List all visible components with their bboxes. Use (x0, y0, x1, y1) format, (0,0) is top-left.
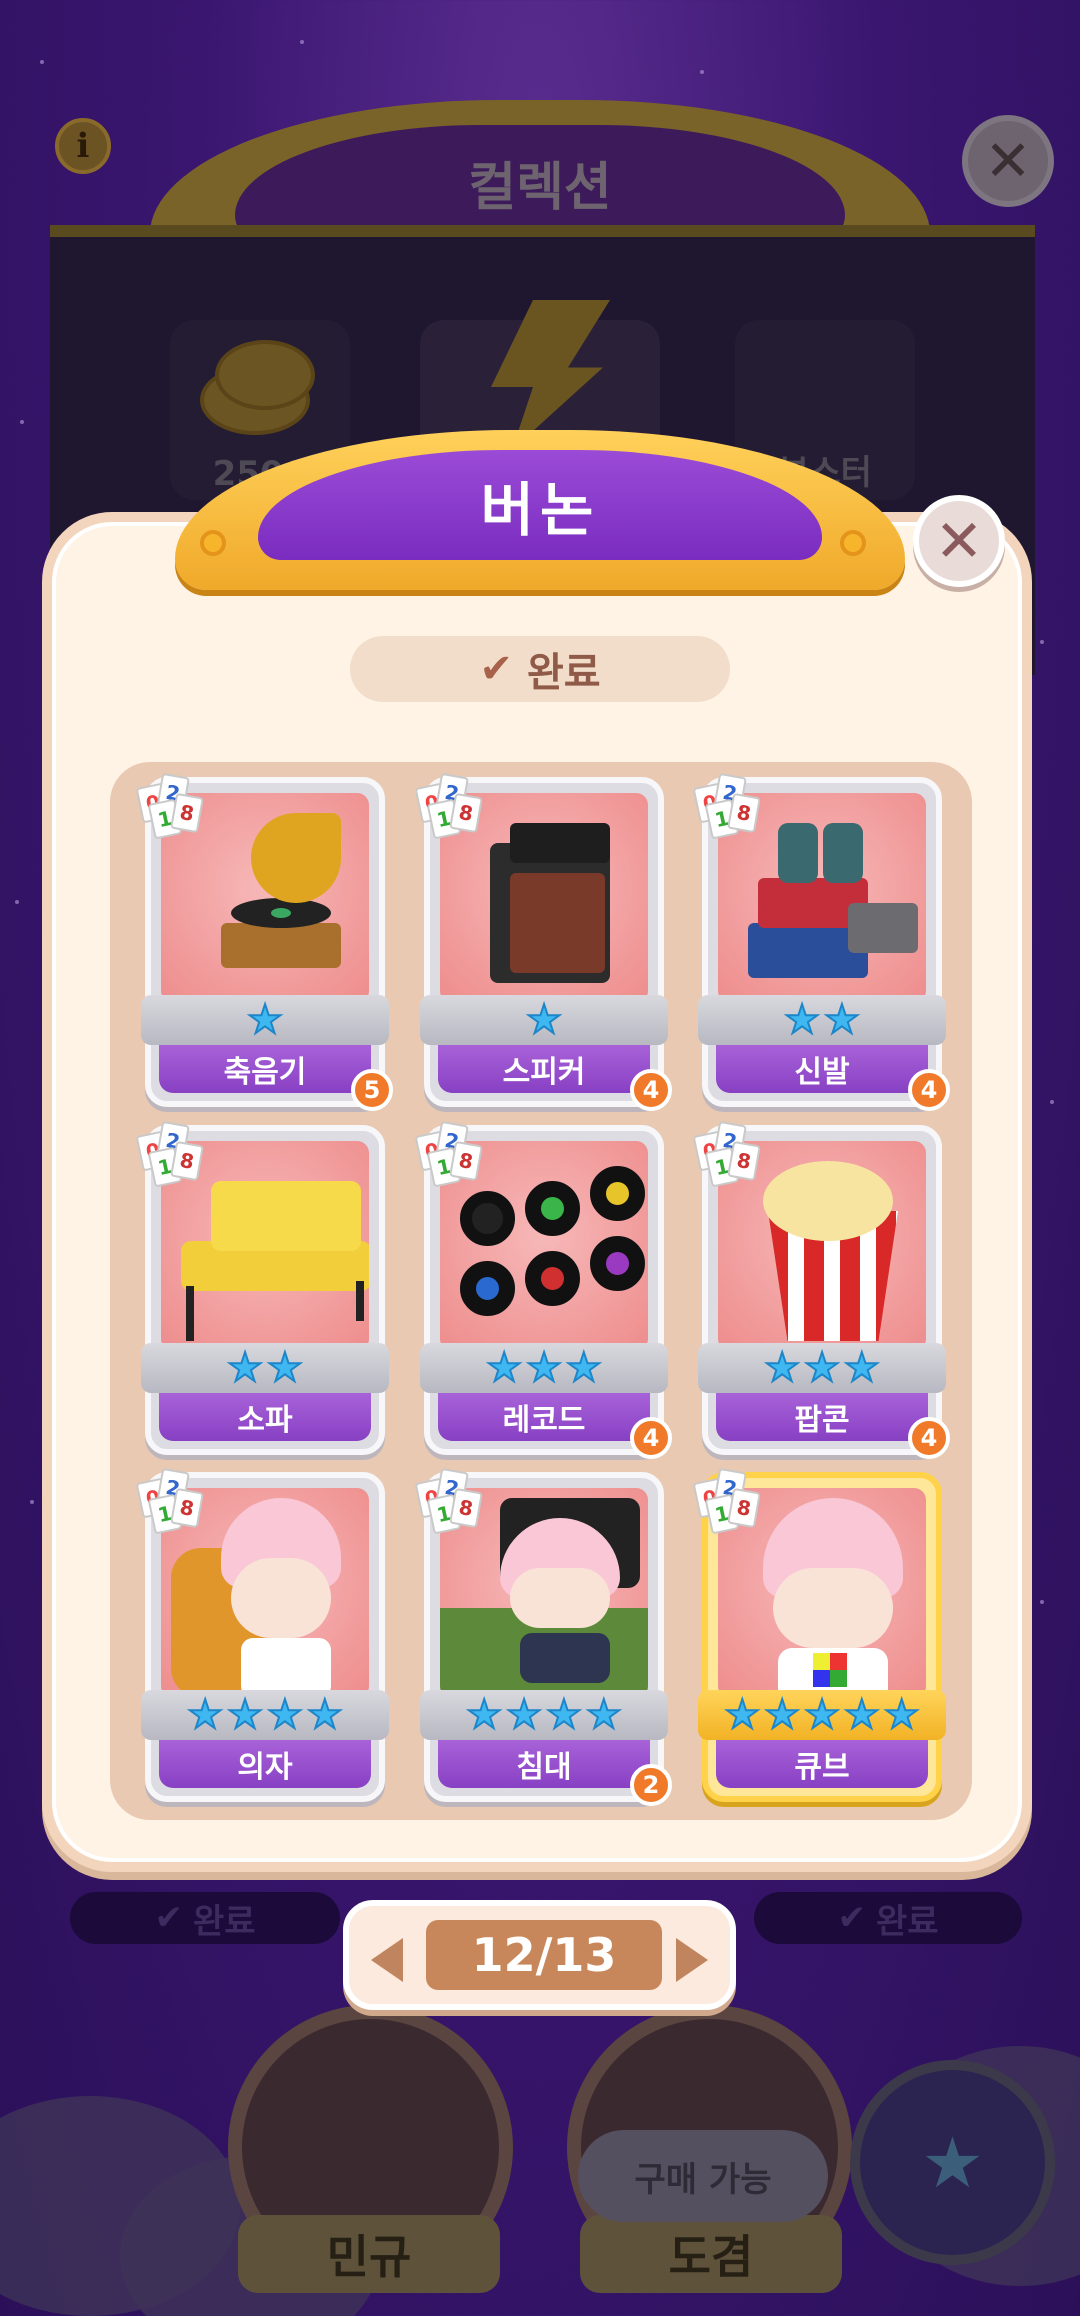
card-number-tag-icon: 0218 (414, 1119, 488, 1189)
star-icon: ★ (843, 1344, 881, 1392)
info-button[interactable]: i (55, 118, 111, 174)
card-number-tag-icon: 0218 (135, 1119, 209, 1189)
star-icon: ★ (883, 1691, 921, 1739)
star-icon: ★ (545, 1691, 583, 1739)
card-duplicate-count-badge: 4 (630, 1417, 672, 1459)
card-tag-digit: 8 (727, 792, 761, 834)
star-icon: ★ (226, 1344, 264, 1392)
star-icon: ★ (783, 996, 821, 1044)
star-icon: ★ (823, 996, 861, 1044)
star-icon: ★ (525, 1344, 563, 1392)
star-icon: ★ (803, 1691, 841, 1739)
collection-card[interactable]: 0218 ★★신발4 (692, 772, 950, 1111)
completion-status-label: 완료 (526, 650, 601, 696)
check-icon: ✔ (154, 1898, 183, 1938)
star-icon: ★ (186, 1691, 224, 1739)
card-star-rating: ★ ★ (141, 1343, 389, 1393)
card-star-rating: ★ (141, 995, 389, 1045)
character-dokyeom-label[interactable]: 도겸 (580, 2215, 842, 2293)
prev-arrow-icon[interactable] (371, 1938, 403, 1982)
star-icon: ★ (723, 1691, 761, 1739)
card-name: 축음기 (159, 1045, 371, 1093)
star-icon: ★ (505, 1691, 543, 1739)
card-name: 소파 (159, 1393, 371, 1441)
card-star-rating: ★ ★ (698, 995, 946, 1045)
background-done-badge-right: ✔ 완료 (754, 1892, 1022, 1944)
banner-rivet-right (840, 530, 866, 556)
completion-status-pill: ✔ 완료 (350, 636, 730, 702)
card-duplicate-count-badge: 4 (908, 1069, 950, 1111)
page-indicator: 12/13 (426, 1920, 662, 1990)
collection-card[interactable]: 0218★★★레코드4 (414, 1120, 672, 1459)
card-tag-digit: 8 (170, 1487, 204, 1529)
card-number-tag-icon: 0218 (692, 1466, 766, 1536)
card-name: 의자 (159, 1740, 371, 1788)
collection-card[interactable]: 0218★★★★침대2 (414, 1467, 672, 1806)
star-icon: ★ (226, 1691, 264, 1739)
collection-card[interactable]: 0218★★★★★큐브 (692, 1467, 946, 1802)
check-icon: ✔ (837, 1898, 866, 1938)
card-name: 팝콘 (716, 1393, 928, 1441)
card-number-tag-icon: 0218 (135, 1466, 209, 1536)
card-tag-digit: 8 (449, 1487, 483, 1529)
card-number-tag-icon: 0218 (692, 771, 766, 841)
collection-card[interactable]: 0218★★★★의자 (135, 1467, 389, 1802)
card-star-rating: ★ ★ ★ ★ (420, 1690, 668, 1740)
star-icon: ★ (465, 1691, 503, 1739)
treasure-chest-button[interactable]: ★ (850, 2060, 1055, 2265)
banner-rivet-left (200, 530, 226, 556)
card-duplicate-count-badge: 4 (630, 1069, 672, 1111)
card-tag-digit: 8 (727, 1487, 761, 1529)
star-icon: ★ (266, 1344, 304, 1392)
star-icon: ★ (763, 1691, 801, 1739)
card-name: 침대 (438, 1740, 650, 1788)
card-star-rating: ★ ★ ★ ★ ★ (698, 1690, 946, 1740)
card-name: 큐브 (716, 1740, 928, 1788)
card-duplicate-count-badge: 4 (908, 1417, 950, 1459)
card-tag-digit: 8 (727, 1140, 761, 1182)
treasure-chest-icon: ★ (921, 2121, 984, 2204)
card-number-tag-icon: 0218 (135, 771, 209, 841)
collection-card[interactable]: 0218 ★스피커4 (414, 772, 672, 1111)
star-icon: ★ (565, 1344, 603, 1392)
card-star-rating: ★ ★ ★ ★ (141, 1690, 389, 1740)
star-icon: ★ (585, 1691, 623, 1739)
modal-close-button[interactable]: ✕ (913, 495, 1005, 587)
card-number-tag-icon: 0218 (414, 1466, 488, 1536)
star-icon: ★ (306, 1691, 344, 1739)
card-tag-digit: 8 (170, 1140, 204, 1182)
card-tag-digit: 8 (170, 792, 204, 834)
close-icon: ✕ (984, 128, 1032, 194)
star-icon: ★ (763, 1344, 801, 1392)
collection-card[interactable]: 0218 ★축음기5 (135, 772, 393, 1111)
check-icon: ✔ (479, 646, 513, 692)
page-navigator: 12/13 (343, 1900, 736, 2010)
card-duplicate-count-badge: 2 (630, 1764, 672, 1806)
star-icon: ★ (266, 1691, 304, 1739)
card-number-tag-icon: 0218 (414, 771, 488, 841)
collection-card[interactable]: 0218★★★팝콘4 (692, 1120, 950, 1459)
card-name: 레코드 (438, 1393, 650, 1441)
star-icon: ★ (843, 1691, 881, 1739)
card-star-rating: ★ ★ ★ (420, 1343, 668, 1393)
card-name: 신발 (716, 1045, 928, 1093)
character-minkyu-label[interactable]: 민규 (238, 2215, 500, 2293)
card-duplicate-count-badge: 5 (351, 1069, 393, 1111)
background-done-badge-left: ✔ 완료 (70, 1892, 340, 1944)
star-icon: ★ (246, 996, 284, 1044)
card-star-rating: ★ ★ ★ (698, 1343, 946, 1393)
star-icon: ★ (485, 1344, 523, 1392)
purchase-available-tooltip: 구매 가능 (578, 2130, 828, 2222)
collection-card[interactable]: 0218 ★★소파 (135, 1120, 389, 1455)
star-icon: ★ (803, 1344, 841, 1392)
card-tag-digit: 8 (449, 792, 483, 834)
card-star-rating: ★ (420, 995, 668, 1045)
card-tag-digit: 8 (449, 1140, 483, 1182)
card-name: 스피커 (438, 1045, 650, 1093)
card-number-tag-icon: 0218 (692, 1119, 766, 1189)
star-icon: ★ (525, 996, 563, 1044)
next-arrow-icon[interactable] (676, 1938, 708, 1982)
close-icon: ✕ (934, 507, 984, 575)
background-close-button[interactable]: ✕ (962, 115, 1054, 207)
